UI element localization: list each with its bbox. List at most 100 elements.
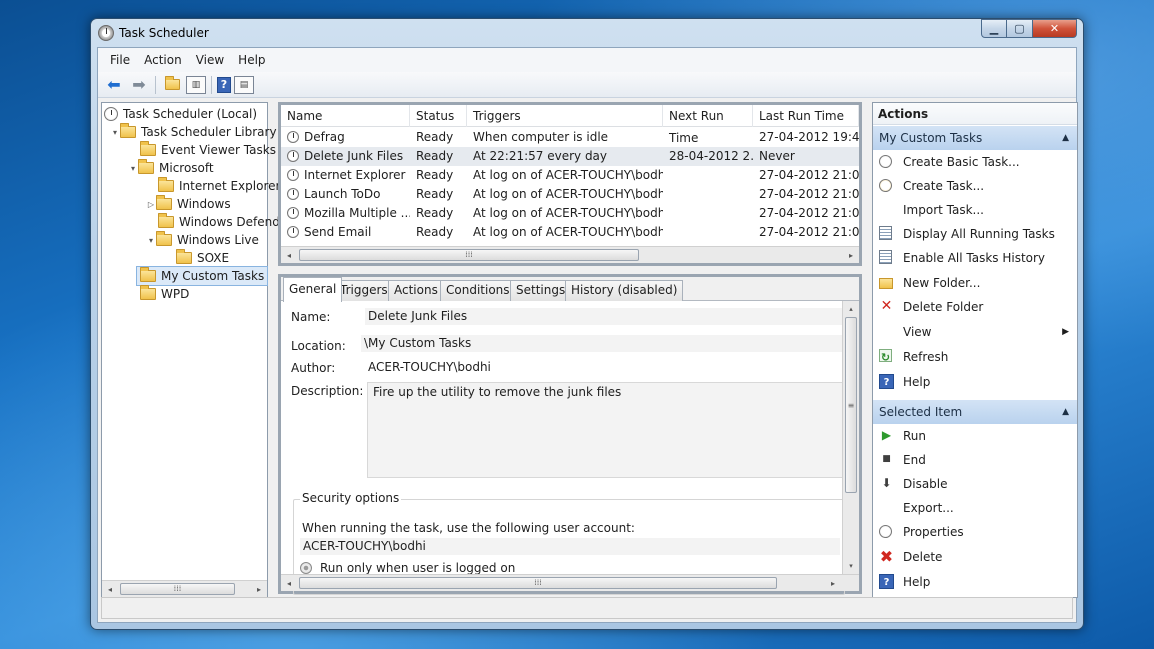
tab-general[interactable]: General	[283, 277, 342, 302]
folder-icon	[156, 198, 172, 210]
detail-vertical-scrollbar[interactable]: ▴ ≡ ▾	[842, 301, 859, 574]
menu-file[interactable]: File	[103, 50, 137, 70]
column-header-last-run-time[interactable]: Last Run Time	[753, 105, 859, 127]
status-bar	[101, 597, 1073, 619]
location-field[interactable]: \My Custom Tasks	[361, 335, 845, 352]
table-row[interactable]: Internet ExplorerReadyAt log on of ACER-…	[281, 166, 859, 185]
create-task-icon	[879, 179, 892, 192]
tree-horizontal-scrollbar[interactable]: ◂ ⁞⁞⁞ ▸	[102, 580, 267, 597]
detail-tabs: General Triggers Actions Conditions Sett…	[281, 277, 859, 301]
minimize-button[interactable]: ▁	[981, 19, 1007, 38]
tab-actions[interactable]: Actions	[388, 280, 444, 301]
table-row[interactable]: Delete Junk FilesReadyAt 22:21:57 every …	[281, 147, 859, 166]
forward-arrow-icon[interactable]: ➡	[128, 75, 150, 95]
tree-item-internet-explorer[interactable]: Internet Explorer	[158, 177, 280, 195]
action-export[interactable]: Export...	[873, 496, 1077, 520]
scroll-right-arrow-icon[interactable]: ▸	[843, 247, 859, 263]
section-my-custom-tasks[interactable]: My Custom Tasks ▲	[873, 126, 1077, 150]
run-only-logged-on-radio[interactable]	[300, 562, 312, 574]
menu-action[interactable]: Action	[137, 50, 189, 70]
tree-item-windows-live[interactable]: ▾ Windows Live	[146, 231, 259, 249]
expander-icon[interactable]: ▾	[146, 236, 156, 245]
expander-icon[interactable]: ▾	[110, 128, 120, 137]
scroll-right-arrow-icon[interactable]: ▸	[825, 575, 841, 591]
menu-help[interactable]: Help	[231, 50, 272, 70]
name-field[interactable]: Delete Junk Files	[365, 308, 845, 325]
task-clock-icon	[287, 188, 299, 200]
scroll-right-arrow-icon[interactable]: ▸	[251, 581, 267, 597]
folder-icon	[176, 252, 192, 264]
cell-text: Internet Explorer	[304, 168, 405, 182]
action-view[interactable]: View▶	[873, 320, 1077, 344]
action-refresh[interactable]: ↻Refresh	[873, 345, 1077, 369]
menu-view[interactable]: View	[189, 50, 231, 70]
scroll-down-arrow-icon[interactable]: ▾	[843, 558, 859, 574]
action-help[interactable]: ?Help	[873, 370, 1077, 394]
scroll-left-arrow-icon[interactable]: ◂	[281, 575, 297, 591]
action-delete-folder[interactable]: ✕Delete Folder	[873, 295, 1077, 319]
task-list-horizontal-scrollbar[interactable]: ◂ ⁞⁞⁞ ▸	[281, 246, 859, 263]
tab-conditions[interactable]: Conditions	[440, 280, 516, 301]
scroll-thumb[interactable]: ⁞⁞⁞	[120, 583, 235, 595]
show-hide-action-pane-icon[interactable]: ▤	[234, 76, 254, 94]
action-import-task[interactable]: Import Task...	[873, 198, 1077, 222]
security-account-field[interactable]: ACER-TOUCHY\bodhi	[300, 538, 840, 555]
history-icon	[879, 250, 892, 264]
scroll-thumb[interactable]: ⁞⁞⁞	[299, 249, 639, 261]
back-arrow-icon[interactable]: ⬅	[103, 75, 125, 95]
close-button[interactable]: ✕	[1033, 19, 1077, 38]
location-label: Location:	[291, 339, 346, 353]
tree-item-task-scheduler-library[interactable]: ▾ Task Scheduler Library	[110, 123, 277, 141]
title-bar[interactable]: Task Scheduler ▁ ▢ ✕	[91, 19, 1083, 49]
folder-icon	[140, 288, 156, 300]
action-new-folder[interactable]: New Folder...	[873, 271, 1077, 295]
column-header-name[interactable]: Name	[281, 105, 410, 127]
table-row[interactable]: Mozilla Multiple ...ReadyAt log on of AC…	[281, 204, 859, 223]
tree-item-windows-defender[interactable]: Windows Defender	[158, 213, 292, 231]
scroll-up-arrow-icon[interactable]: ▴	[843, 301, 859, 317]
action-disable[interactable]: ⬇Disable	[873, 472, 1077, 496]
scroll-thumb[interactable]: ≡	[845, 317, 857, 493]
author-field[interactable]: ACER-TOUCHY\bodhi	[365, 359, 845, 376]
scroll-left-arrow-icon[interactable]: ◂	[281, 247, 297, 263]
action-create-basic-task[interactable]: Create Basic Task...	[873, 150, 1077, 174]
column-header-triggers[interactable]: Triggers	[467, 105, 663, 127]
table-row[interactable]: DefragReadyWhen computer is idle27-04-20…	[281, 128, 859, 147]
column-header-next-run-time[interactable]: Next Run Time	[663, 105, 753, 127]
action-run[interactable]: ▶Run	[873, 424, 1077, 448]
tree-item-my-custom-tasks[interactable]: My Custom Tasks	[136, 266, 268, 286]
table-row[interactable]: Launch ToDoReadyAt log on of ACER-TOUCHY…	[281, 185, 859, 204]
action-create-task[interactable]: Create Task...	[873, 174, 1077, 198]
tab-triggers[interactable]: Triggers	[334, 280, 394, 301]
expander-icon[interactable]: ▾	[128, 164, 138, 173]
tree-item-wpd[interactable]: WPD	[140, 285, 189, 303]
tab-settings[interactable]: Settings	[510, 280, 571, 301]
maximize-button[interactable]: ▢	[1007, 19, 1033, 38]
tree-item-windows[interactable]: ▷ Windows	[146, 195, 231, 213]
collapse-icon[interactable]: ▲	[1062, 126, 1069, 150]
scroll-left-arrow-icon[interactable]: ◂	[102, 581, 118, 597]
action-properties[interactable]: Properties	[873, 520, 1077, 544]
tree-item-microsoft[interactable]: ▾ Microsoft	[128, 159, 214, 177]
column-header-status[interactable]: Status	[410, 105, 467, 127]
detail-horizontal-scrollbar[interactable]: ◂ ⁞⁞⁞ ▸	[281, 574, 859, 591]
expander-icon[interactable]: ▷	[146, 200, 156, 209]
scroll-thumb[interactable]: ⁞⁞⁞	[299, 577, 777, 589]
action-help[interactable]: ?Help	[873, 570, 1077, 594]
description-field[interactable]: Fire up the utility to remove the junk f…	[367, 382, 845, 478]
action-enable-all-tasks-history[interactable]: Enable All Tasks History	[873, 246, 1077, 270]
action-display-all-running-tasks[interactable]: Display All Running Tasks	[873, 222, 1077, 246]
show-hide-console-tree-icon[interactable]: ▥	[186, 76, 206, 94]
collapse-icon[interactable]: ▲	[1062, 400, 1069, 424]
table-row[interactable]: Send EmailReadyAt log on of ACER-TOUCHY\…	[281, 223, 859, 242]
action-end[interactable]: ■End	[873, 448, 1077, 472]
action-delete[interactable]: ✖Delete	[873, 545, 1077, 569]
action-label: Refresh	[903, 350, 948, 364]
section-selected-item[interactable]: Selected Item ▲	[873, 400, 1077, 424]
tab-history[interactable]: History (disabled)	[565, 280, 683, 301]
tree-item-task-scheduler-local[interactable]: Task Scheduler (Local)	[104, 105, 257, 123]
tree-item-event-viewer-tasks[interactable]: Event Viewer Tasks	[140, 141, 276, 159]
up-folder-icon[interactable]	[161, 75, 183, 95]
help-icon[interactable]: ?	[217, 77, 231, 93]
tree-item-soxe[interactable]: SOXE	[176, 249, 229, 267]
